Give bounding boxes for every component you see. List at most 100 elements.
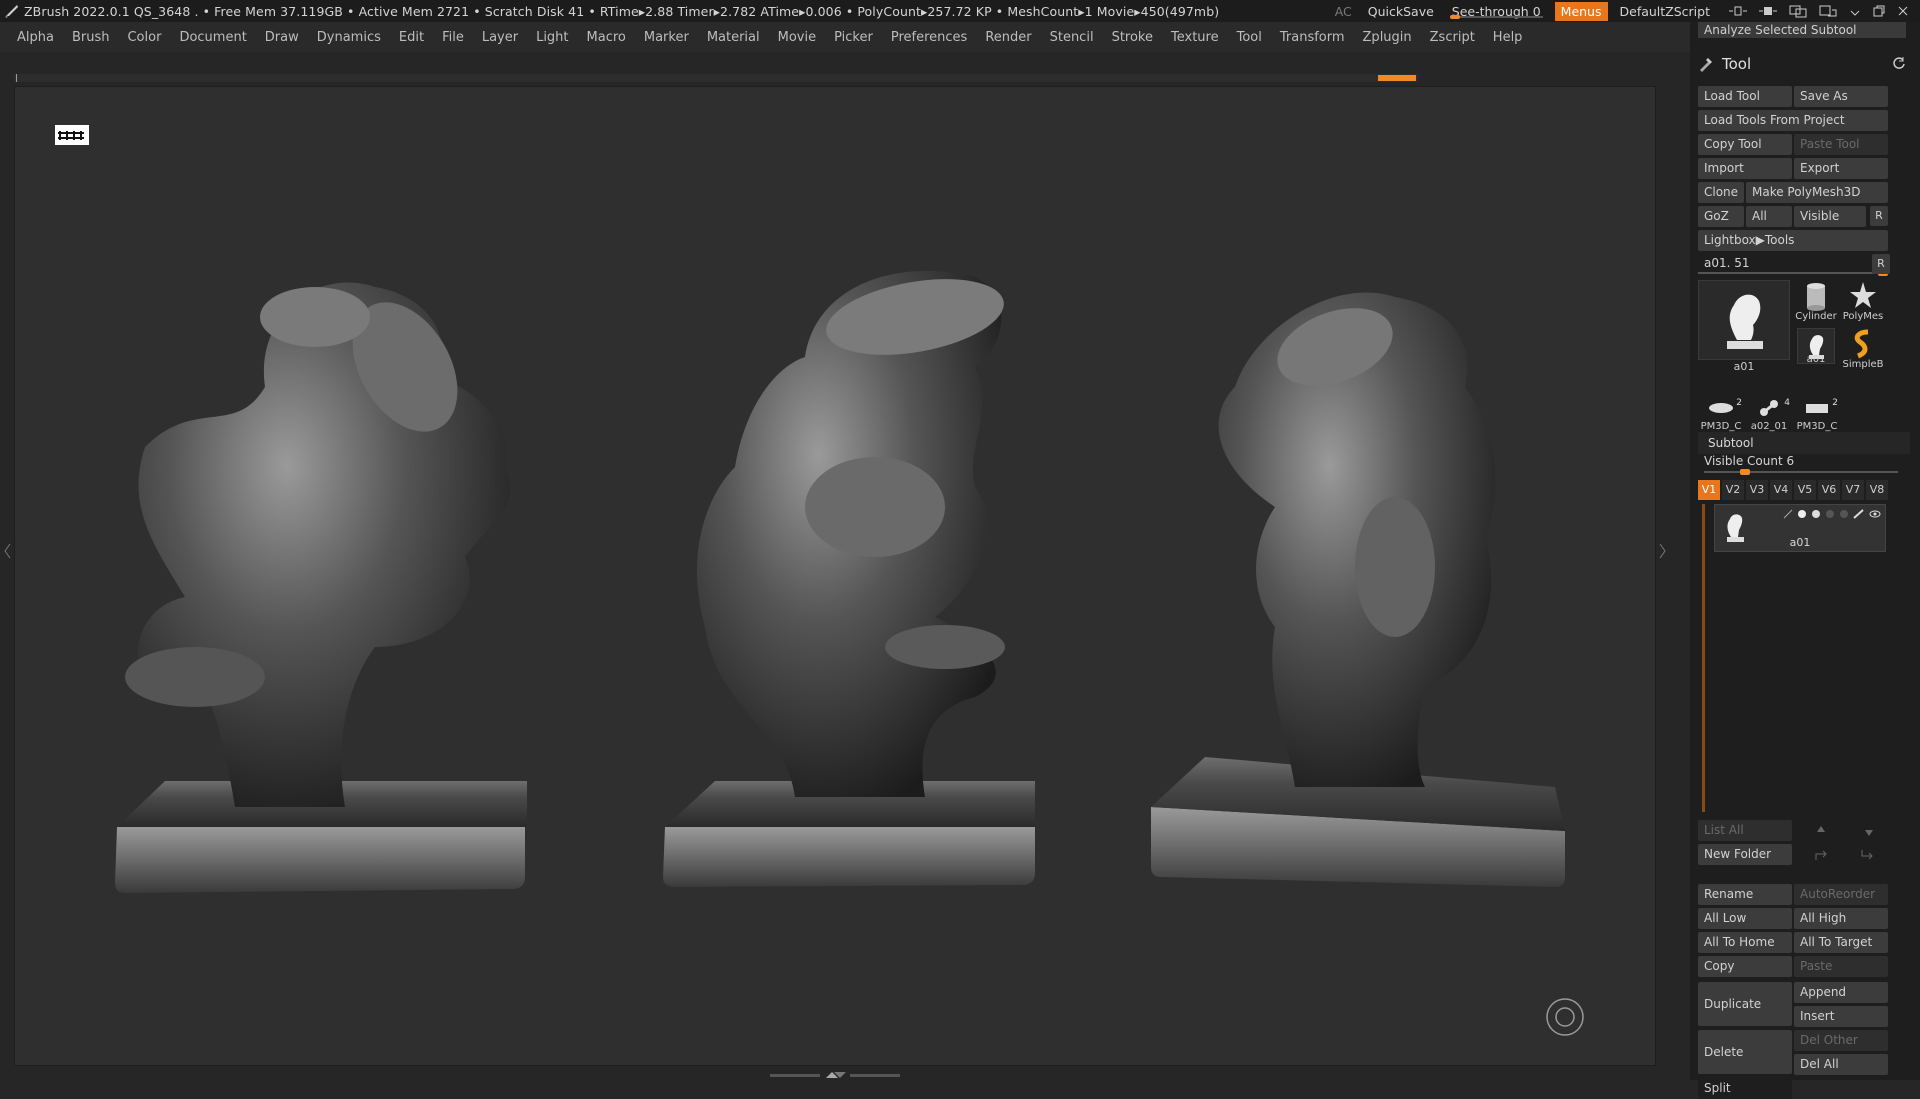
- tool-thumb-cylinder[interactable]: Cylinder: [1794, 280, 1838, 326]
- version-tab-v2[interactable]: V2: [1722, 480, 1744, 500]
- seethrough-track[interactable]: [1449, 14, 1543, 19]
- delete-button[interactable]: Delete: [1698, 1030, 1792, 1074]
- rename-button[interactable]: Rename: [1698, 884, 1792, 905]
- subtool-dot-icon[interactable]: [1811, 509, 1821, 519]
- menus-toggle-button[interactable]: Menus: [1554, 1, 1608, 21]
- menu-file[interactable]: File: [433, 30, 473, 45]
- del-other-button[interactable]: Del Other: [1794, 1030, 1888, 1051]
- visible-count-track[interactable]: [1704, 469, 1898, 475]
- seethrough-handle[interactable]: [1449, 14, 1460, 19]
- version-tab-v5[interactable]: V5: [1794, 480, 1816, 500]
- del-all-button[interactable]: Del All: [1794, 1054, 1888, 1075]
- tool-thumb-a01-small[interactable]: a01: [1794, 328, 1838, 374]
- version-tab-v1[interactable]: V1: [1698, 480, 1720, 500]
- subtool-section-header[interactable]: Subtool: [1698, 432, 1910, 454]
- version-tab-v3[interactable]: V3: [1746, 480, 1768, 500]
- window-layout-icon[interactable]: [1788, 4, 1808, 18]
- visible-count-slider[interactable]: Visible Count 6: [1698, 454, 1898, 475]
- goz-visible-button[interactable]: Visible: [1794, 206, 1866, 227]
- analyze-selected-subtool-button[interactable]: Analyze Selected Subtool: [1698, 22, 1906, 38]
- all-to-target-button[interactable]: All To Target: [1794, 932, 1888, 953]
- load-tools-from-project-button[interactable]: Load Tools From Project: [1698, 110, 1888, 131]
- version-tab-v4[interactable]: V4: [1770, 480, 1792, 500]
- menu-layer[interactable]: Layer: [473, 30, 527, 45]
- version-tab-v7[interactable]: V7: [1842, 480, 1864, 500]
- folder-up-icon[interactable]: [1814, 848, 1830, 862]
- lightbox-tools-button[interactable]: Lightbox▶Tools: [1698, 230, 1888, 251]
- layout-wide-icon[interactable]: [1758, 6, 1778, 16]
- left-tray-toggle-icon[interactable]: [2, 536, 12, 566]
- bottom-tray-toggle-icon[interactable]: [770, 1070, 900, 1080]
- tool-palette-header[interactable]: Tool: [1698, 52, 1910, 76]
- minimize-icon[interactable]: [1848, 4, 1862, 18]
- menu-zscript[interactable]: Zscript: [1421, 30, 1484, 45]
- document-viewport[interactable]: [14, 86, 1656, 1066]
- menu-dynamics[interactable]: Dynamics: [308, 30, 390, 45]
- import-button[interactable]: Import: [1698, 158, 1792, 179]
- append-button[interactable]: Append: [1794, 982, 1888, 1003]
- default-zscript-button[interactable]: DefaultZScript: [1612, 4, 1719, 19]
- make-polymesh3d-button[interactable]: Make PolyMesh3D: [1746, 182, 1888, 203]
- subtool-item-a01[interactable]: a01: [1714, 504, 1886, 552]
- seethrough-slider[interactable]: See-through 0: [1442, 4, 1551, 19]
- menu-brush[interactable]: Brush: [63, 30, 119, 45]
- move-down-icon[interactable]: [1862, 824, 1876, 838]
- menu-texture[interactable]: Texture: [1162, 30, 1228, 45]
- timeline-marker[interactable]: [1378, 75, 1416, 81]
- menu-help[interactable]: Help: [1484, 30, 1532, 45]
- menu-color[interactable]: Color: [118, 30, 170, 45]
- tool-slider-r-button[interactable]: R: [1872, 254, 1890, 274]
- menu-material[interactable]: Material: [698, 30, 769, 45]
- autoreorder-button[interactable]: AutoReorder: [1794, 884, 1888, 905]
- version-tab-v6[interactable]: V6: [1818, 480, 1840, 500]
- list-all-button[interactable]: List All: [1698, 820, 1792, 841]
- all-low-button[interactable]: All Low: [1698, 908, 1792, 929]
- paste-tool-button[interactable]: Paste Tool: [1794, 134, 1888, 155]
- refresh-icon[interactable]: [1892, 56, 1906, 70]
- menu-preferences[interactable]: Preferences: [882, 30, 976, 45]
- move-up-icon[interactable]: [1814, 824, 1828, 838]
- all-to-home-button[interactable]: All To Home: [1698, 932, 1792, 953]
- menu-tool[interactable]: Tool: [1228, 30, 1271, 45]
- tool-thumb-polymesh[interactable]: PolyMes: [1840, 280, 1886, 326]
- menu-stencil[interactable]: Stencil: [1041, 30, 1103, 45]
- timeline-strip[interactable]: [14, 74, 1418, 82]
- all-high-button[interactable]: All High: [1794, 908, 1888, 929]
- menu-stroke[interactable]: Stroke: [1103, 30, 1162, 45]
- menu-transform[interactable]: Transform: [1271, 30, 1354, 45]
- subtool-brush-icon[interactable]: [1853, 509, 1865, 519]
- ac-toggle[interactable]: AC: [1327, 4, 1360, 19]
- save-as-button[interactable]: Save As: [1794, 86, 1888, 107]
- paste-subtool-button[interactable]: Paste: [1794, 956, 1888, 977]
- menu-alpha[interactable]: Alpha: [8, 30, 63, 45]
- menu-edit[interactable]: Edit: [390, 30, 433, 45]
- eye-icon[interactable]: [1869, 509, 1881, 519]
- goz-r-button[interactable]: R: [1870, 206, 1888, 226]
- menu-draw[interactable]: Draw: [256, 30, 308, 45]
- menu-light[interactable]: Light: [527, 30, 577, 45]
- export-button[interactable]: Export: [1794, 158, 1888, 179]
- tool-thumb-simplebrush[interactable]: SimpleB: [1840, 328, 1886, 374]
- menu-marker[interactable]: Marker: [635, 30, 698, 45]
- subtool-moon-icon[interactable]: [1825, 509, 1835, 519]
- right-tray-toggle-icon[interactable]: [1658, 536, 1668, 566]
- subtool-dot-icon[interactable]: [1797, 509, 1807, 519]
- copy-subtool-button[interactable]: Copy: [1698, 956, 1792, 977]
- subtool-list-scrollbar[interactable]: [1702, 504, 1705, 812]
- quicksave-button[interactable]: QuickSave: [1360, 4, 1442, 19]
- restore-icon[interactable]: [1872, 4, 1886, 18]
- goz-button[interactable]: GoZ: [1698, 206, 1744, 227]
- visible-count-handle[interactable]: [1740, 469, 1750, 475]
- close-icon[interactable]: [1896, 4, 1910, 18]
- subtool-moon-icon[interactable]: [1839, 509, 1849, 519]
- insert-button[interactable]: Insert: [1794, 1006, 1888, 1027]
- clone-button[interactable]: Clone: [1698, 182, 1744, 203]
- new-folder-button[interactable]: New Folder: [1698, 844, 1792, 865]
- menu-render[interactable]: Render: [976, 30, 1040, 45]
- copy-tool-button[interactable]: Copy Tool: [1698, 134, 1792, 155]
- version-tab-v8[interactable]: V8: [1866, 480, 1888, 500]
- menu-movie[interactable]: Movie: [769, 30, 825, 45]
- goz-all-button[interactable]: All: [1746, 206, 1792, 227]
- copy-view-icon[interactable]: [1818, 4, 1838, 18]
- tool-thumb-a01-main[interactable]: a01: [1698, 280, 1790, 374]
